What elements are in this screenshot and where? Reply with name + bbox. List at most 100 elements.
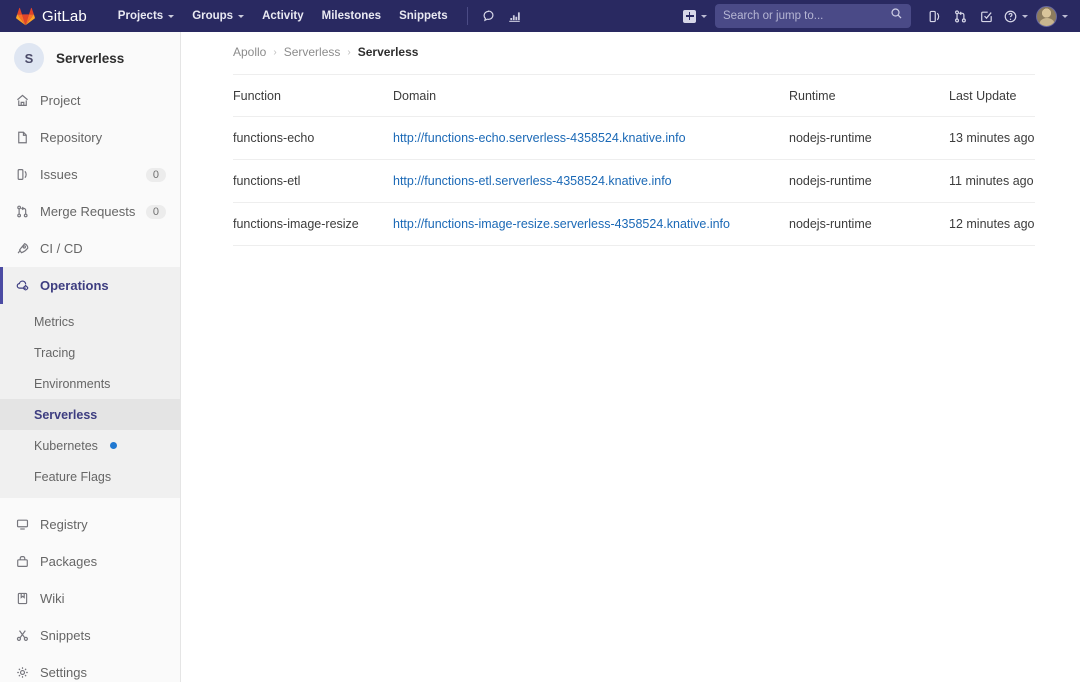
nav-link-activity[interactable]: Activity bbox=[253, 0, 313, 32]
issues-icon[interactable] bbox=[921, 3, 947, 29]
nav-link-projects-label: Projects bbox=[118, 0, 163, 32]
plus-square-icon bbox=[683, 10, 696, 23]
merge-requests-count-badge: 0 bbox=[146, 205, 166, 219]
function-runtime: nodejs-runtime bbox=[789, 160, 949, 203]
sidebar-item-packages[interactable]: Packages bbox=[0, 543, 180, 580]
chevron-down-icon bbox=[1022, 15, 1028, 18]
functions-table: Function Domain Runtime Last Update func… bbox=[233, 74, 1035, 246]
sidebar-item-wiki[interactable]: Wiki bbox=[0, 580, 180, 617]
nav-link-snippets[interactable]: Snippets bbox=[390, 0, 457, 32]
sidebar-item-snippets-label: Snippets bbox=[40, 628, 166, 643]
sidebar-item-operations[interactable]: Operations bbox=[0, 267, 180, 304]
sidebar-subitem-serverless-label: Serverless bbox=[34, 408, 97, 422]
sidebar-item-operations-label: Operations bbox=[40, 278, 166, 293]
chevron-down-icon bbox=[1062, 15, 1068, 18]
analytics-chart-icon[interactable] bbox=[502, 3, 528, 29]
merge-requests-icon[interactable] bbox=[947, 3, 973, 29]
function-name[interactable]: functions-etl bbox=[233, 174, 300, 188]
sidebar-item-repository[interactable]: Repository bbox=[0, 119, 180, 156]
navbar-divider bbox=[467, 7, 468, 25]
sidebar-subitem-tracing-label: Tracing bbox=[34, 346, 75, 360]
sidebar-item-registry[interactable]: Registry bbox=[0, 506, 180, 543]
help-balloon-icon[interactable] bbox=[476, 3, 502, 29]
sidebar-subitem-environments[interactable]: Environments bbox=[0, 368, 180, 399]
project-sidebar: S Serverless Project Repository bbox=[0, 32, 181, 682]
registry-icon bbox=[14, 517, 30, 533]
book-icon bbox=[14, 591, 30, 607]
functions-table-head: Function Domain Runtime Last Update bbox=[233, 75, 1035, 117]
function-domain-link[interactable]: http://functions-etl.serverless-4358524.… bbox=[393, 174, 672, 188]
navbar-links: Projects Groups Activity Milestones Snip… bbox=[109, 0, 457, 32]
gitlab-brand-text: GitLab bbox=[42, 8, 87, 25]
sidebar-subitem-kubernetes-label: Kubernetes bbox=[34, 439, 98, 453]
issues-icon bbox=[14, 167, 30, 183]
gitlab-brand-link[interactable]: GitLab bbox=[16, 7, 87, 26]
help-dropdown-button[interactable] bbox=[999, 3, 1032, 29]
sidebar-item-settings[interactable]: Settings bbox=[0, 654, 180, 682]
sidebar-item-packages-label: Packages bbox=[40, 554, 166, 569]
sidebar-item-project-label: Project bbox=[40, 93, 166, 108]
sidebar-subitem-tracing[interactable]: Tracing bbox=[0, 337, 180, 368]
sidebar-item-issues-label: Issues bbox=[40, 167, 146, 182]
sidebar-subitem-serverless[interactable]: Serverless bbox=[0, 399, 180, 430]
sidebar-item-snippets[interactable]: Snippets bbox=[0, 617, 180, 654]
table-row[interactable]: functions-echo http://functions-echo.ser… bbox=[233, 117, 1035, 160]
user-menu-button[interactable] bbox=[1032, 6, 1072, 27]
functions-table-container: Function Domain Runtime Last Update func… bbox=[182, 62, 1080, 246]
column-header-function: Function bbox=[233, 75, 393, 117]
sidebar-item-issues[interactable]: Issues 0 bbox=[0, 156, 180, 193]
breadcrumb-item-serverless[interactable]: Serverless bbox=[284, 45, 341, 59]
sidebar-subitem-metrics[interactable]: Metrics bbox=[0, 306, 180, 337]
create-new-button[interactable] bbox=[679, 3, 711, 29]
nav-link-groups[interactable]: Groups bbox=[183, 0, 253, 32]
kubernetes-status-dot bbox=[110, 442, 117, 449]
nav-link-projects[interactable]: Projects bbox=[109, 0, 183, 32]
breadcrumb-current[interactable]: Serverless bbox=[358, 45, 419, 59]
search-icon bbox=[890, 7, 903, 25]
column-header-last-update: Last Update bbox=[949, 75, 1035, 117]
top-navbar: GitLab Projects Groups Activity Mileston… bbox=[0, 0, 1080, 32]
function-runtime: nodejs-runtime bbox=[789, 203, 949, 246]
sidebar-subitem-environments-label: Environments bbox=[34, 377, 110, 391]
sidebar-subitem-kubernetes[interactable]: Kubernetes bbox=[0, 430, 180, 461]
sidebar-item-wiki-label: Wiki bbox=[40, 591, 166, 606]
breadcrumb-item-apollo[interactable]: Apollo bbox=[233, 45, 266, 59]
column-header-domain: Domain bbox=[393, 75, 789, 117]
function-last-update: 12 minutes ago bbox=[949, 203, 1035, 246]
todos-done-icon[interactable] bbox=[973, 3, 999, 29]
table-row[interactable]: functions-etl http://functions-etl.serve… bbox=[233, 160, 1035, 203]
function-name[interactable]: functions-echo bbox=[233, 131, 314, 145]
table-row[interactable]: functions-image-resize http://functions-… bbox=[233, 203, 1035, 246]
function-domain-link[interactable]: http://functions-image-resize.serverless… bbox=[393, 217, 730, 231]
sidebar-item-ci-cd[interactable]: CI / CD bbox=[0, 230, 180, 267]
gitlab-serverless-page: GitLab Projects Groups Activity Mileston… bbox=[0, 0, 1080, 682]
search-box[interactable] bbox=[715, 4, 911, 28]
sidebar-item-settings-label: Settings bbox=[40, 665, 166, 680]
sidebar-item-repository-label: Repository bbox=[40, 130, 166, 145]
rocket-icon bbox=[14, 241, 30, 257]
issues-count-badge: 0 bbox=[146, 168, 166, 182]
sidebar-item-ci-cd-label: CI / CD bbox=[40, 241, 166, 256]
sidebar-subitem-metrics-label: Metrics bbox=[34, 315, 74, 329]
nav-link-milestones[interactable]: Milestones bbox=[313, 0, 390, 32]
function-domain-link[interactable]: http://functions-echo.serverless-4358524… bbox=[393, 131, 686, 145]
breadcrumb-separator: › bbox=[347, 47, 350, 58]
breadcrumb-separator: › bbox=[273, 47, 276, 58]
project-name: Serverless bbox=[56, 51, 124, 66]
user-avatar bbox=[1036, 6, 1057, 27]
sidebar-item-registry-label: Registry bbox=[40, 517, 166, 532]
sidebar-project-header[interactable]: S Serverless bbox=[0, 34, 180, 82]
nav-link-groups-label: Groups bbox=[192, 0, 233, 32]
sidebar-gap bbox=[0, 498, 180, 506]
sidebar-subitem-feature-flags[interactable]: Feature Flags bbox=[0, 461, 180, 492]
home-icon bbox=[14, 93, 30, 109]
search-input[interactable] bbox=[723, 10, 890, 22]
function-name[interactable]: functions-image-resize bbox=[233, 217, 359, 231]
scissors-icon bbox=[14, 628, 30, 644]
sidebar-item-project[interactable]: Project bbox=[0, 82, 180, 119]
sidebar-item-merge-requests[interactable]: Merge Requests 0 bbox=[0, 193, 180, 230]
function-runtime: nodejs-runtime bbox=[789, 117, 949, 160]
chevron-down-icon bbox=[168, 15, 174, 18]
operations-submenu: Metrics Tracing Environments Serverless … bbox=[0, 304, 180, 498]
document-icon bbox=[14, 130, 30, 146]
